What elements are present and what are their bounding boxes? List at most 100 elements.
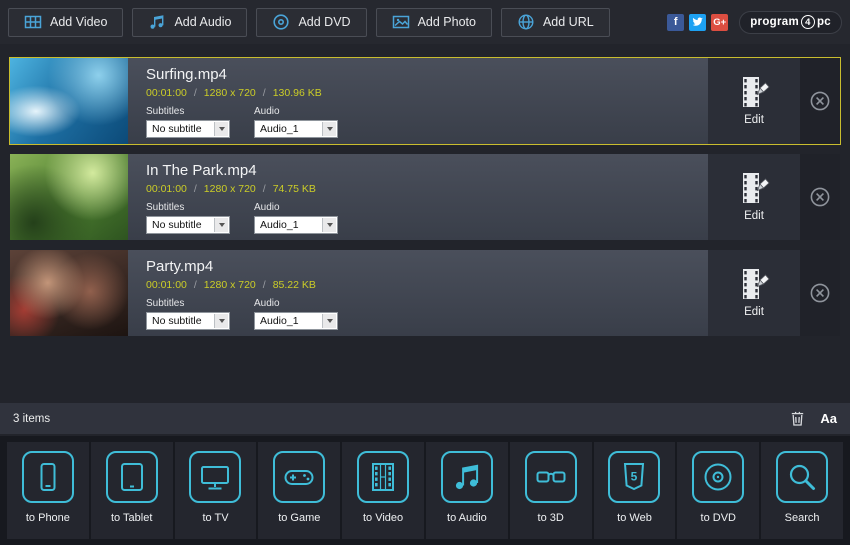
music-notes-icon [455,464,478,490]
twitter-icon[interactable] [689,13,707,31]
video-meta: 00:01:00 / 1280 x 720 / 85.22 KB [146,279,708,291]
subtitles-label: Subtitles [146,106,185,117]
subtitles-select[interactable]: No subtitle [146,312,230,330]
music-note-icon [148,13,166,31]
video-size: 130.96 KB [272,87,322,99]
video-item-row[interactable]: Surfing.mp4 00:01:00 / 1280 x 720 / 130.… [10,58,840,144]
edit-button[interactable]: Edit [708,58,800,144]
chevron-down-icon [214,218,228,232]
edit-filmstrip-pencil-icon [743,269,770,299]
video-duration: 00:01:00 [146,279,187,291]
separator: / [262,183,266,195]
audio-value: Audio_1 [260,315,299,327]
remove-button[interactable] [809,186,831,208]
add-url-button[interactable]: Add URL [500,7,610,37]
video-resolution: 1280 x 720 [203,183,256,195]
items-count: 3 items [13,412,51,425]
tile-label: to Phone [25,512,70,524]
subtitles-value: No subtitle [152,219,202,231]
tablet-icon [120,463,143,491]
remove-panel [800,154,840,240]
convert-to-phone-button[interactable]: to Phone [7,442,89,539]
convert-to-dvd-button[interactable]: to DVD [677,442,760,539]
add-dvd-label: Add DVD [298,15,351,29]
convert-to-audio-button[interactable]: to Audio [426,442,508,539]
video-item-row[interactable]: In The Park.mp4 00:01:00 / 1280 x 720 / … [10,154,840,240]
google-plus-icon[interactable]: G+ [711,13,729,31]
video-thumbnail [10,154,128,240]
convert-to-web-button[interactable]: 5 to Web [593,442,676,539]
dvd-disc-icon [704,463,732,491]
subtitles-value: No subtitle [152,315,202,327]
remove-button[interactable] [809,282,831,304]
audio-label: Audio [254,202,280,213]
logo-circled-4: 4 [800,15,815,29]
add-audio-label: Add Audio [174,15,232,29]
google-plus-glyph: G+ [713,16,727,28]
convert-to-tablet-button[interactable]: to Tablet [90,442,173,539]
video-title: Party.mp4 [146,258,214,275]
html5-shield-icon: 5 [624,463,645,491]
facebook-icon[interactable]: f [667,13,685,31]
close-icon [810,283,830,303]
audio-value: Audio_1 [260,219,299,231]
add-photo-button[interactable]: Add Photo [375,7,492,37]
subtitles-select[interactable]: No subtitle [146,120,230,138]
tile-label: to 3D [537,512,564,524]
top-toolbar: Add Video Add Audio Add DVD Add Photo Ad… [0,0,850,44]
convert-to-game-button[interactable]: to Game [258,442,341,539]
add-audio-button[interactable]: Add Audio [132,7,248,37]
subtitles-label: Subtitles [146,202,185,213]
separator: / [193,279,197,291]
edit-button[interactable]: Edit [708,250,800,336]
audio-select[interactable]: Audio_1 [254,120,338,138]
video-meta: 00:01:00 / 1280 x 720 / 130.96 KB [146,87,708,99]
edit-label: Edit [744,306,764,318]
convert-to-video-button[interactable]: to Video [342,442,424,539]
audio-label: Audio [254,106,280,117]
facebook-glyph: f [673,16,678,28]
logo-text-left: program [750,16,799,28]
tv-icon [201,466,230,490]
video-item-row[interactable]: Party.mp4 00:01:00 / 1280 x 720 / 85.22 … [10,250,840,336]
globe-icon [517,13,535,31]
search-button[interactable]: Search [761,442,843,539]
tile-label: to TV [202,512,229,524]
add-video-button[interactable]: Add Video [8,7,124,37]
video-duration: 00:01:00 [146,87,187,99]
video-item-details: Surfing.mp4 00:01:00 / 1280 x 720 / 130.… [128,58,708,144]
chevron-down-icon [322,122,336,136]
3d-glasses-icon [536,471,566,483]
close-icon [810,91,830,111]
convert-to-3d-button[interactable]: to 3D [509,442,592,539]
add-dvd-button[interactable]: Add DVD [256,7,367,37]
logo-text-right: pc [816,16,831,28]
disc-icon [272,13,290,31]
video-thumbnail [10,250,128,336]
video-item-details: Party.mp4 00:01:00 / 1280 x 720 / 85.22 … [128,250,708,336]
video-list: Surfing.mp4 00:01:00 / 1280 x 720 / 130.… [0,44,850,336]
text-size-button[interactable]: Aa [820,411,837,426]
remove-button[interactable] [809,90,831,112]
convert-to-tv-button[interactable]: to TV [174,442,257,539]
status-bar: 3 items Aa [0,403,850,434]
edit-filmstrip-pencil-icon [743,173,770,203]
gamepad-icon [284,470,314,485]
remove-panel [800,58,840,144]
chevron-down-icon [214,122,228,136]
audio-select[interactable]: Audio_1 [254,312,338,330]
separator: / [262,87,266,99]
tile-label: to Audio [447,512,487,524]
toolbar-right: f G+ program 4 pc [667,10,842,34]
audio-select[interactable]: Audio_1 [254,216,338,234]
clear-list-button[interactable] [791,411,804,426]
edit-button[interactable]: Edit [708,154,800,240]
separator: / [262,279,266,291]
edit-filmstrip-pencil-icon [743,77,770,107]
chevron-down-icon [322,218,336,232]
tile-label: to DVD [700,512,737,524]
video-resolution: 1280 x 720 [203,87,256,99]
video-title: In The Park.mp4 [146,162,257,179]
subtitles-select[interactable]: No subtitle [146,216,230,234]
add-photo-label: Add Photo [417,15,476,29]
